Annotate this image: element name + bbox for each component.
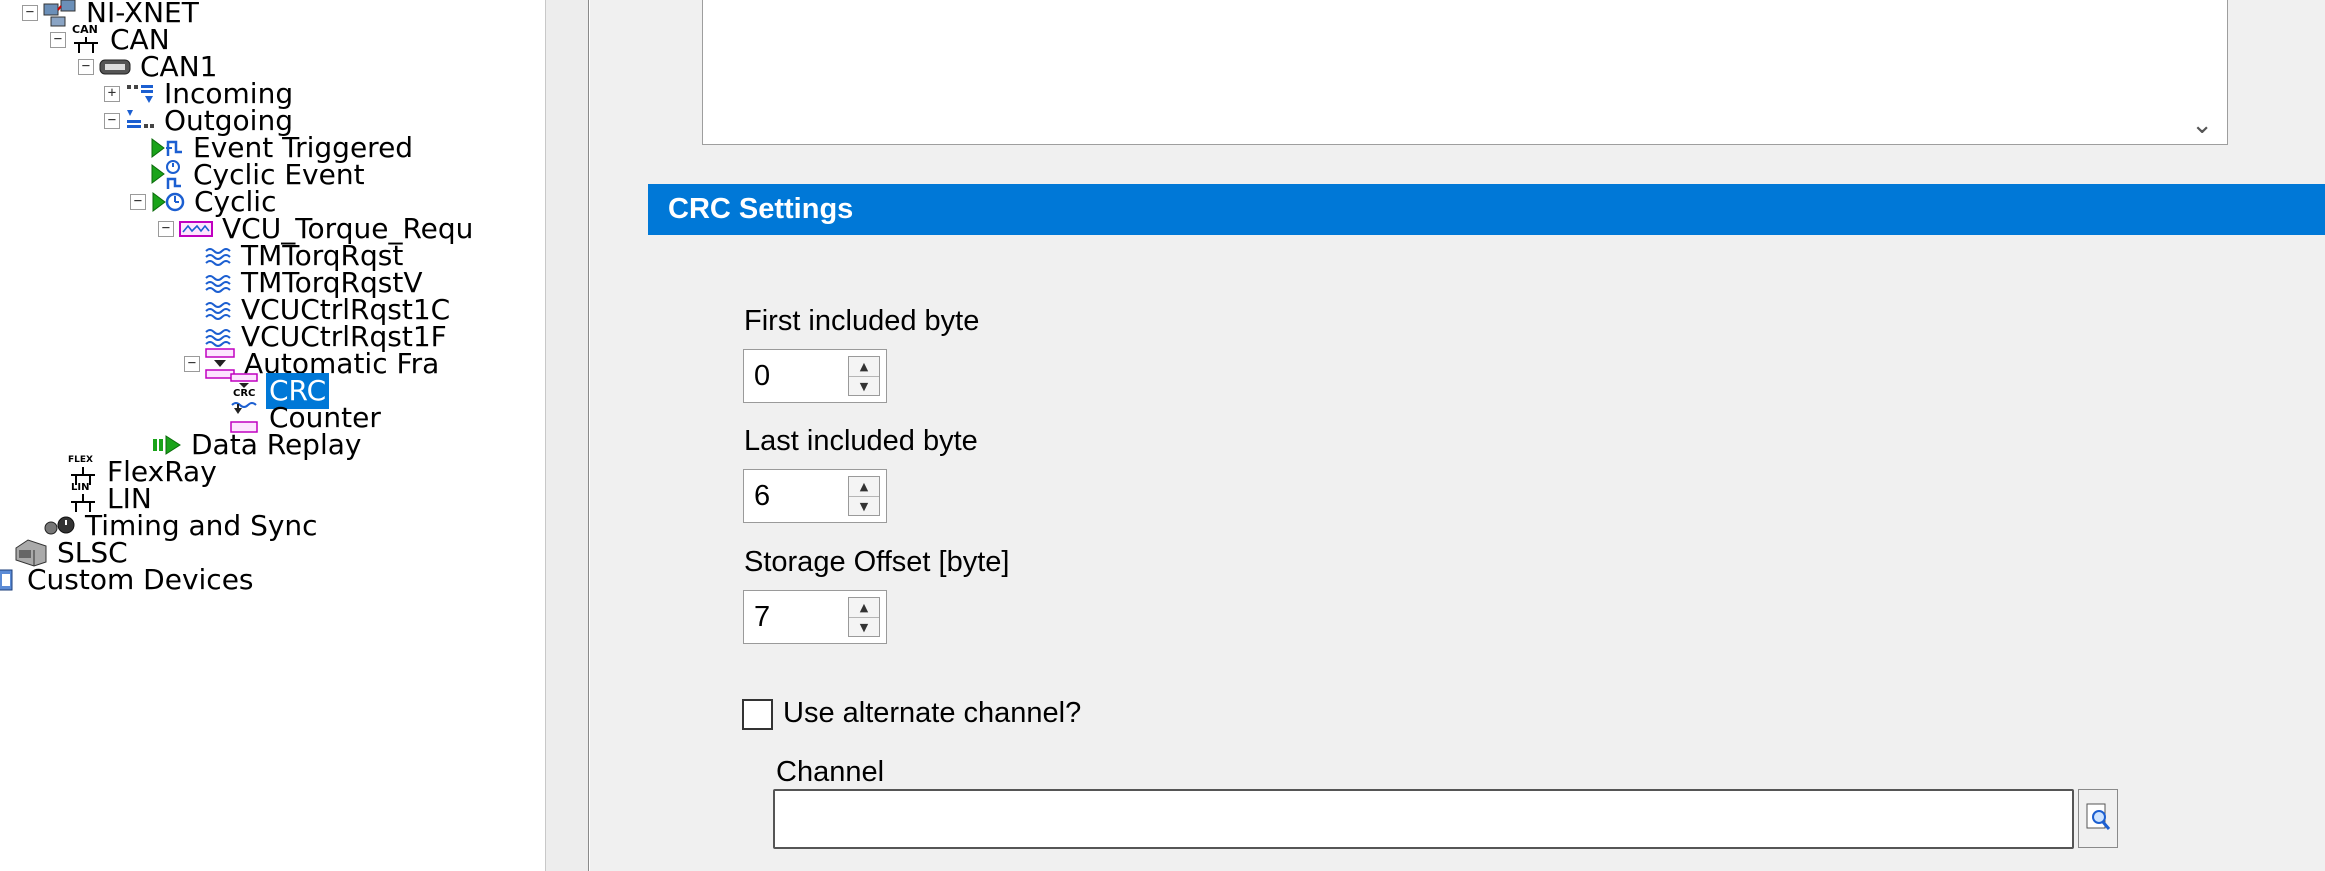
last-included-byte-stepper[interactable]: 6 ▲ ▼ xyxy=(743,469,887,523)
spin-arrows[interactable]: ▲ ▼ xyxy=(848,356,880,396)
collapse-icon[interactable]: − xyxy=(158,221,174,237)
can-port-icon xyxy=(99,57,131,77)
channel-input[interactable] xyxy=(773,789,2074,849)
spin-arrows[interactable]: ▲ ▼ xyxy=(848,597,880,637)
browse-button[interactable] xyxy=(2078,789,2118,848)
first-included-byte-label: First included byte xyxy=(744,305,980,337)
collapse-icon[interactable]: − xyxy=(130,194,146,210)
storage-offset-label: Storage Offset [byte] xyxy=(744,546,1010,578)
use-alternate-channel-label[interactable]: Use alternate channel? xyxy=(783,697,1081,730)
custom-devices-icon xyxy=(0,566,18,594)
last-included-byte-label: Last included byte xyxy=(744,425,978,457)
collapse-icon[interactable]: − xyxy=(104,113,120,129)
storage-offset-stepper[interactable]: 7 ▲ ▼ xyxy=(743,590,887,644)
project-tree: − NI-XNET − CAN CAN − CAN1 + Incoming − xyxy=(0,0,545,871)
collapse-icon[interactable]: − xyxy=(78,59,94,75)
decrement-arrow-icon[interactable]: ▼ xyxy=(849,496,879,516)
spin-arrows[interactable]: ▲ ▼ xyxy=(848,476,880,516)
storage-offset-value[interactable]: 7 xyxy=(754,591,770,643)
increment-arrow-icon[interactable]: ▲ xyxy=(849,598,879,617)
increment-arrow-icon[interactable]: ▲ xyxy=(849,477,879,496)
first-included-byte-value[interactable]: 0 xyxy=(754,350,770,402)
increment-arrow-icon[interactable]: ▲ xyxy=(849,357,879,376)
use-alternate-channel-checkbox[interactable] xyxy=(742,699,773,730)
tree-label: Custom Devices xyxy=(27,563,254,596)
description-textarea[interactable]: ⌄ xyxy=(702,0,2228,145)
collapse-icon[interactable]: − xyxy=(184,356,200,372)
decrement-arrow-icon[interactable]: ▼ xyxy=(849,617,879,637)
browse-search-icon xyxy=(2084,802,2112,836)
pane-splitter[interactable] xyxy=(545,0,589,871)
collapse-icon[interactable]: − xyxy=(50,32,66,48)
properties-pane: ⌄ CRC Settings First included byte 0 ▲ ▼… xyxy=(590,0,2325,871)
last-included-byte-value[interactable]: 6 xyxy=(754,470,770,522)
chevron-down-icon[interactable]: ⌄ xyxy=(2191,110,2213,140)
channel-label: Channel xyxy=(776,756,885,788)
frame-icon xyxy=(179,219,213,239)
collapse-icon[interactable]: − xyxy=(22,5,38,21)
section-header: CRC Settings xyxy=(648,184,2325,235)
tree-item-custom-devices[interactable]: Custom Devices xyxy=(0,561,257,599)
decrement-arrow-icon[interactable]: ▼ xyxy=(849,376,879,396)
expand-icon[interactable]: + xyxy=(104,86,120,102)
first-included-byte-stepper[interactable]: 0 ▲ ▼ xyxy=(743,349,887,403)
